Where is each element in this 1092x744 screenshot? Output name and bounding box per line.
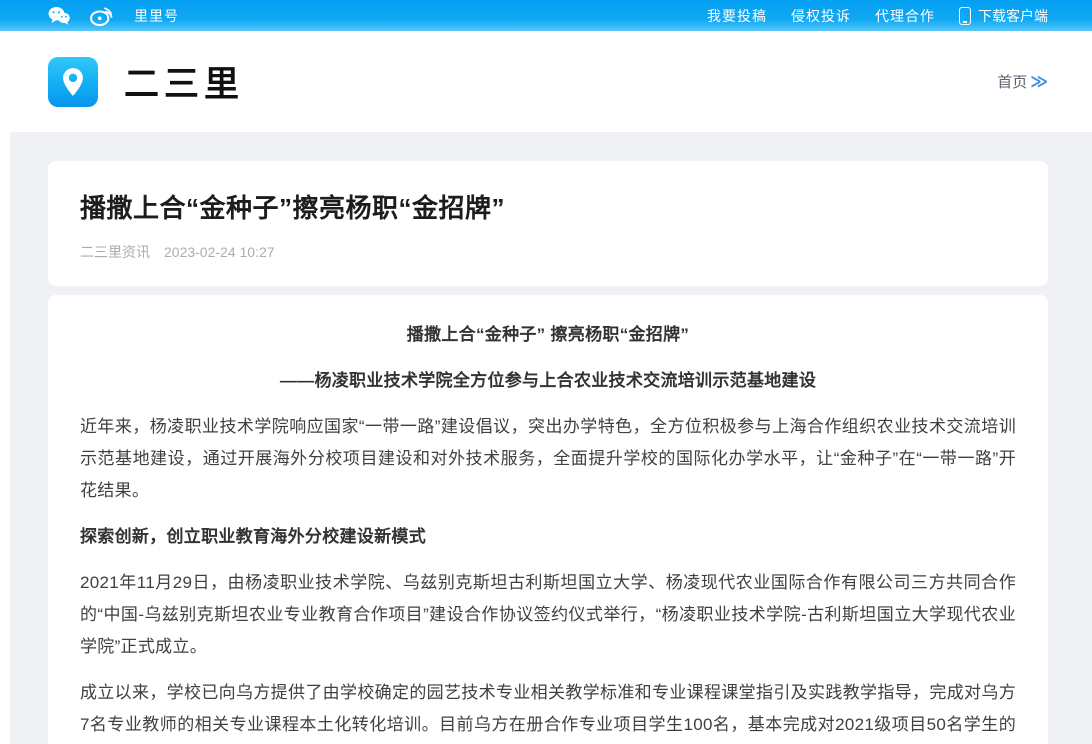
topbar-left-group: 里里号 — [48, 6, 179, 26]
article-paragraph: 成立以来，学校已向乌方提供了由学校确定的园艺技术专业相关教学标准和专业课程课堂指… — [80, 677, 1016, 744]
double-chevron-right-icon: ≫ — [1030, 72, 1048, 92]
article-centered-heading: 播撒上合“金种子” 擦亮杨职“金招牌” — [80, 319, 1016, 351]
weibo-icon[interactable] — [90, 6, 114, 26]
link-submit-article[interactable]: 我要投稿 — [707, 6, 767, 26]
topbar-brand-lilihao[interactable]: 里里号 — [134, 6, 179, 26]
article-title: 播撒上合“金种子”擦亮杨职“金招牌” — [80, 188, 1016, 225]
link-agency-cooperation[interactable]: 代理合作 — [875, 6, 935, 26]
top-bar: 里里号 我要投稿 侵权投诉 代理合作 下载客户端 — [0, 0, 1092, 31]
article-publish-time: 2023-02-24 10:27 — [164, 244, 275, 260]
home-link-label: 首页 — [997, 71, 1027, 92]
article-title-card: 播撒上合“金种子”擦亮杨职“金招牌” 二三里资讯 2023-02-24 10:2… — [48, 161, 1048, 286]
phone-icon — [959, 7, 971, 25]
site-header: 二三里 首页 ≫ — [0, 31, 1092, 132]
download-client-button[interactable]: 下载客户端 — [935, 6, 1048, 26]
location-pin-logo-icon — [48, 57, 98, 107]
page-background: 播撒上合“金种子”擦亮杨职“金招牌” 二三里资讯 2023-02-24 10:2… — [10, 132, 1092, 744]
article-meta: 二三里资讯 2023-02-24 10:27 — [80, 242, 1016, 262]
download-client-label: 下载客户端 — [978, 6, 1048, 26]
topbar-right-group: 我要投稿 侵权投诉 代理合作 下载客户端 — [707, 6, 1048, 26]
article-content-card: 播撒上合“金种子” 擦亮杨职“金招牌” ——杨凌职业技术学院全方位参与上合农业技… — [48, 295, 1048, 744]
article-centered-subheading: ——杨凌职业技术学院全方位参与上合农业技术交流培训示范基地建设 — [80, 365, 1016, 397]
link-infringement-complaint[interactable]: 侵权投诉 — [791, 6, 851, 26]
article-source: 二三里资讯 — [80, 242, 150, 262]
article-section-heading: 探索创新，创立职业教育海外分校建设新模式 — [80, 521, 1016, 553]
home-link[interactable]: 首页 ≫ — [997, 71, 1048, 92]
site-logo-link[interactable]: 二三里 — [48, 56, 244, 107]
site-name: 二三里 — [124, 56, 244, 107]
article-paragraph: 近年来，杨凌职业技术学院响应国家“一带一路”建设倡议，突出办学特色，全方位积极参… — [80, 411, 1016, 507]
wechat-icon[interactable] — [48, 6, 70, 25]
article-paragraph: 2021年11月29日，由杨凌职业技术学院、乌兹别克斯坦古利斯坦国立大学、杨凌现… — [80, 567, 1016, 663]
